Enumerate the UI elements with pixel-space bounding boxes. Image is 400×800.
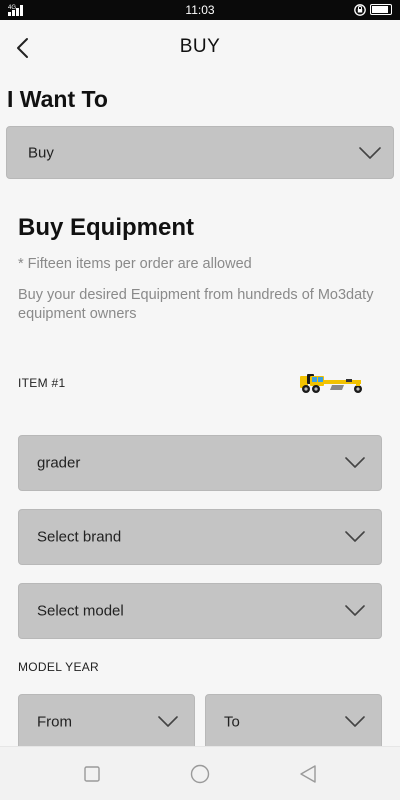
chevron-down-icon bbox=[345, 605, 365, 616]
want-heading: I Want To bbox=[7, 86, 108, 112]
items-limit-note: * Fifteen items per order are allowed bbox=[18, 256, 252, 272]
year-to-select[interactable]: To bbox=[205, 694, 382, 750]
buy-equipment-title: Buy Equipment bbox=[18, 214, 195, 241]
battery-icon bbox=[370, 4, 392, 15]
year-from-placeholder: From bbox=[37, 713, 72, 731]
equipment-type-value: grader bbox=[37, 454, 81, 472]
circle-icon[interactable] bbox=[190, 764, 210, 784]
item-label: ITEM #1 bbox=[18, 376, 66, 390]
lock-icon bbox=[354, 4, 366, 16]
intent-select[interactable]: Buy bbox=[6, 126, 394, 179]
system-nav-bar bbox=[0, 746, 400, 800]
status-time: 11:03 bbox=[185, 3, 215, 17]
brand-select-placeholder: Select brand bbox=[37, 528, 122, 546]
square-icon[interactable] bbox=[82, 764, 102, 784]
brand-select[interactable]: Select brand bbox=[18, 509, 382, 565]
model-year-label: MODEL YEAR bbox=[18, 660, 100, 674]
status-bar: 4G 11:03 bbox=[0, 0, 400, 20]
year-from-select[interactable]: From bbox=[18, 694, 195, 750]
chevron-down-icon bbox=[345, 716, 365, 727]
model-select-placeholder: Select model bbox=[37, 602, 124, 620]
grader-image bbox=[300, 374, 362, 393]
equipment-type-select[interactable]: grader bbox=[18, 435, 382, 491]
model-select[interactable]: Select model bbox=[18, 583, 382, 639]
chevron-down-icon bbox=[345, 457, 365, 468]
page-title: BUY bbox=[179, 36, 221, 57]
app-header: BUY bbox=[0, 20, 400, 76]
year-to-placeholder: To bbox=[224, 713, 240, 731]
chevron-down-icon bbox=[359, 146, 381, 159]
triangle-icon[interactable] bbox=[298, 764, 318, 784]
intent-select-value: Buy bbox=[28, 144, 54, 161]
buy-description: Buy your desired Equipment from hundreds… bbox=[18, 287, 374, 322]
chevron-down-icon bbox=[345, 531, 365, 542]
chevron-down-icon bbox=[158, 716, 178, 727]
